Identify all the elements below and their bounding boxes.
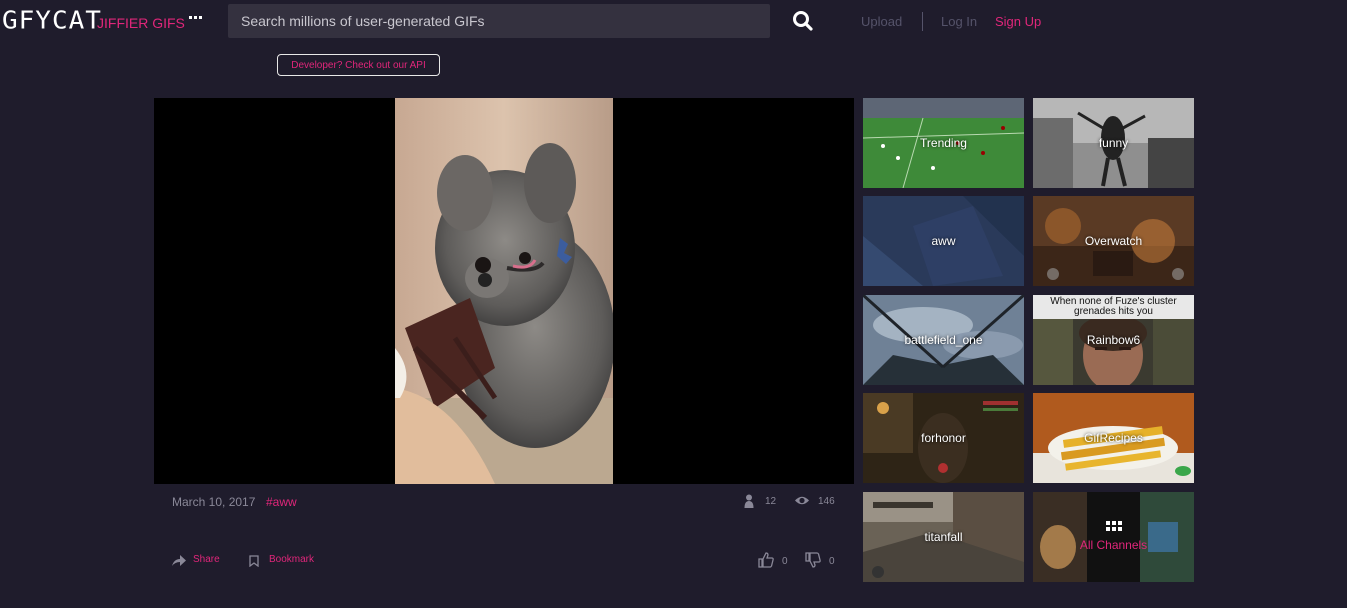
eye-icon bbox=[795, 496, 809, 505]
channel-label: Overwatch bbox=[1084, 234, 1143, 248]
ellipsis-icon bbox=[189, 16, 202, 19]
more-menu-button[interactable] bbox=[188, 9, 204, 30]
channel-tile-aww[interactable]: aww bbox=[863, 196, 1024, 286]
channel-tile-gifrecipes[interactable]: GifRecipes bbox=[1033, 393, 1194, 483]
channel-label: Trending bbox=[920, 136, 967, 150]
all-channels-label: All Channels bbox=[1079, 538, 1148, 552]
dislike-button[interactable]: 0 bbox=[805, 552, 839, 570]
channel-tile-overwatch[interactable]: Overwatch bbox=[1033, 196, 1194, 286]
signup-link[interactable]: Sign Up bbox=[995, 14, 1041, 29]
tagline: JIFFIER GIFS bbox=[97, 15, 185, 31]
top-bar: GFYCAT JIFFIER GIFS Upload Log In Sign U… bbox=[0, 0, 1347, 45]
bookmark-button[interactable]: Bookmark bbox=[249, 554, 329, 570]
channel-label: aww bbox=[931, 234, 956, 248]
gif-tag[interactable]: #aww bbox=[266, 495, 297, 509]
search-box bbox=[228, 4, 770, 38]
gif-player[interactable] bbox=[154, 98, 854, 484]
follower-count: 12 bbox=[765, 496, 777, 507]
grid-icon bbox=[1106, 521, 1122, 531]
channel-tile-rainbow6[interactable]: When none of Fuze's cluster grenades hit… bbox=[1033, 295, 1194, 385]
gfycat-logo[interactable]: GFYCAT bbox=[2, 7, 102, 36]
gif-date: March 10, 2017 bbox=[172, 495, 256, 509]
share-icon bbox=[172, 555, 186, 566]
channel-label: titanfall bbox=[924, 530, 963, 544]
channel-tile-trending[interactable]: Trending bbox=[863, 98, 1024, 188]
gif-video[interactable] bbox=[395, 98, 613, 484]
channel-label: Rainbow6 bbox=[1086, 333, 1141, 347]
all-channels-tile[interactable]: All Channels bbox=[1033, 492, 1194, 582]
channel-tile-battlefield-one[interactable]: battlefield_one bbox=[863, 295, 1024, 385]
channel-label: forhonor bbox=[921, 431, 966, 445]
search-icon bbox=[793, 11, 813, 31]
gif-meta: March 10, 2017 #aww 12 146 Share Bookmar… bbox=[154, 484, 854, 594]
share-label: Share bbox=[193, 554, 220, 565]
dislike-count: 0 bbox=[829, 556, 835, 567]
channel-label: funny bbox=[1098, 136, 1129, 150]
view-count: 146 bbox=[818, 496, 835, 507]
share-button[interactable]: Share bbox=[172, 554, 232, 570]
developer-api-link[interactable]: Developer? Check out our API bbox=[277, 54, 440, 76]
bookmark-label: Bookmark bbox=[269, 554, 315, 565]
search-button[interactable] bbox=[792, 10, 814, 32]
search-input[interactable] bbox=[228, 4, 770, 38]
channel-label: GifRecipes bbox=[1084, 431, 1143, 445]
channel-tile-titanfall[interactable]: titanfall bbox=[863, 492, 1024, 582]
thumbs-up-icon bbox=[758, 552, 774, 568]
bookmark-icon bbox=[249, 555, 259, 567]
thumbs-down-icon bbox=[805, 552, 821, 568]
user-icon bbox=[744, 494, 754, 508]
channel-tile-funny[interactable]: funny bbox=[1033, 98, 1194, 188]
nav-divider bbox=[922, 12, 923, 31]
channel-label: battlefield_one bbox=[904, 333, 983, 347]
like-button[interactable]: 0 bbox=[758, 552, 792, 570]
upload-link[interactable]: Upload bbox=[861, 14, 902, 29]
channel-tile-forhonor[interactable]: forhonor bbox=[863, 393, 1024, 483]
like-count: 0 bbox=[782, 556, 788, 567]
login-link[interactable]: Log In bbox=[941, 14, 977, 29]
